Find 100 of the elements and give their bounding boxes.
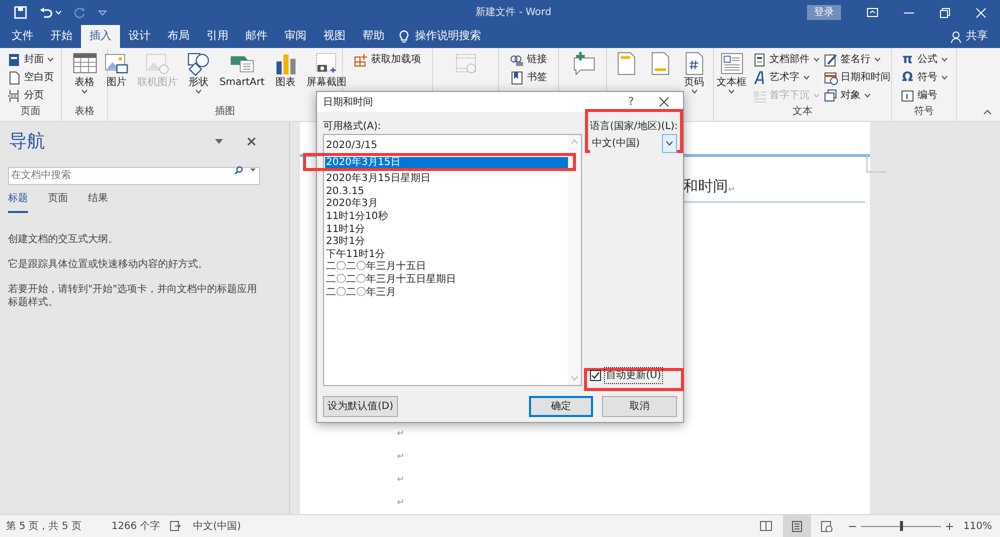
caret-icon[interactable] [802, 75, 810, 80]
list-item[interactable]: 二〇二〇年三月十五日 [325, 261, 568, 274]
pane-tab[interactable]: 结果 [88, 191, 108, 213]
save-icon[interactable] [14, 6, 27, 19]
ribbon-button[interactable]: 封面 [7, 51, 54, 68]
page-count[interactable]: 第 5 页，共 5 页 [6, 518, 82, 534]
list-item[interactable]: 20.3.15 [325, 186, 568, 198]
dialog-button[interactable]: 确定 [529, 396, 593, 416]
close-icon[interactable] [659, 97, 669, 107]
ribbon-button[interactable]: 分页 [7, 87, 54, 104]
ribbon-button[interactable]: 书签 [510, 69, 547, 86]
ribbon-button[interactable]: 文档部件 [752, 51, 820, 68]
list-item[interactable]: 下午11时1分 [325, 248, 568, 262]
list-item[interactable]: 23时1分 [325, 236, 568, 249]
caret-icon[interactable] [728, 89, 735, 94]
ribbon-button[interactable]: π 公式 [900, 51, 948, 68]
ribbon-button[interactable]: 表格 [70, 51, 100, 94]
caret-icon[interactable] [81, 89, 88, 94]
blank-page-icon [7, 70, 21, 84]
ribbon-tab[interactable]: 开始 [42, 25, 81, 48]
group-label: 表格 [74, 104, 96, 119]
zoom-in-icon[interactable] [946, 522, 954, 530]
caret-icon [666, 141, 673, 146]
caret-icon[interactable] [940, 57, 948, 62]
zoom-level[interactable]: 110% [963, 518, 992, 534]
list-item[interactable]: 11时1分10秒 [325, 210, 568, 224]
collapse-ribbon-icon[interactable] [983, 109, 992, 115]
zoom-slider[interactable] [861, 521, 942, 531]
ribbon-tab[interactable]: 邮件 [237, 25, 276, 48]
ribbon-tab[interactable]: 布局 [159, 25, 198, 48]
ribbon-button[interactable]: 文本框 [714, 51, 748, 94]
caret-icon[interactable] [864, 93, 870, 98]
list-item[interactable]: 2020年3月 [325, 198, 568, 211]
ribbon-button[interactable]: 对象 [824, 87, 890, 104]
list-item[interactable]: 2020/3/15 [325, 140, 568, 153]
undo-icon[interactable] [39, 6, 53, 18]
help-button[interactable]: ? [623, 94, 639, 110]
share-button[interactable]: 共享 [966, 28, 988, 45]
ribbon-tab[interactable]: 文件 [3, 25, 42, 48]
search-field[interactable]: 在文档中搜索 [8, 166, 260, 184]
checkbox[interactable] [590, 370, 601, 381]
slider-thumb[interactable] [900, 521, 903, 531]
caret-icon[interactable] [812, 57, 820, 62]
proofing-icon[interactable] [170, 521, 182, 531]
ribbon-button[interactable]: 图表 [270, 51, 301, 89]
ribbon-tab[interactable]: 审阅 [276, 25, 315, 48]
restore-icon[interactable] [940, 8, 950, 18]
ribbon-display-icon[interactable] [867, 8, 878, 17]
list-item[interactable]: 2020年3月15日 [325, 156, 568, 170]
group-label: 页面 [20, 105, 42, 119]
ribbon-button[interactable]: Ω 符号 [900, 69, 948, 86]
ribbon-button[interactable]: 链接 [510, 51, 547, 68]
ribbon-button[interactable]: 形状 [183, 51, 214, 94]
word-count[interactable]: 1266 个字 [111, 518, 160, 534]
language-status[interactable]: 中文(中国) [193, 518, 241, 534]
ribbon-button[interactable]: 空白页 [7, 69, 54, 86]
caret-icon[interactable] [874, 57, 880, 62]
pane-tab[interactable]: 标题 [8, 191, 28, 213]
ribbon-button[interactable]: 获取加载项 [354, 51, 421, 68]
list-item[interactable]: 2020年3月15日星期日 [325, 173, 568, 186]
ribbon-button[interactable]: 艺术字 [752, 69, 820, 86]
ribbon-tab[interactable]: 插入 [81, 25, 120, 48]
print-layout-button[interactable] [783, 514, 812, 537]
list-item[interactable]: 二〇二〇年三月十五日星期日 [325, 274, 568, 287]
text-box-icon [718, 51, 744, 77]
pane-options-icon[interactable] [215, 139, 223, 144]
window-title: 新建文件 - Word [474, 6, 552, 20]
checkbox-label[interactable]: 自动更新(U) [604, 367, 664, 384]
ribbon-tab[interactable]: 设计 [120, 25, 159, 48]
ribbon-tab[interactable]: 引用 [198, 25, 237, 48]
format-list[interactable]: 2020/3/15 2020年3月15日 2020年3月15日星期日 20.3.15 2020年3月 11时1分10秒 11时1分 23时1分 下午11时1分 二〇二〇年三月十五日 二〇二〇年三月十五日星期日 二〇二〇年三月 [323, 134, 582, 386]
numbering-icon [900, 88, 914, 102]
ribbon-button[interactable]: 图片 [101, 51, 132, 89]
language-dropdown[interactable]: 中文(中国) [590, 134, 677, 153]
ribbon-button[interactable]: SmartArt [217, 51, 267, 89]
caret-icon[interactable] [194, 89, 202, 94]
dialog-button[interactable]: 取消 [602, 396, 677, 416]
dialog-button[interactable]: 设为默认值(D) [323, 396, 398, 416]
search-icon[interactable] [234, 166, 243, 174]
ribbon-button[interactable]: 屏幕截图 [304, 51, 349, 89]
ribbon-tab[interactable]: 视图 [315, 25, 354, 48]
customize-caret-icon[interactable] [98, 10, 107, 16]
caret-icon[interactable] [940, 75, 948, 80]
caret-icon[interactable] [250, 168, 256, 172]
ribbon-button[interactable]: 编号 [900, 87, 948, 104]
list-item[interactable]: 11时1分 [325, 224, 568, 236]
close-icon[interactable] [247, 137, 256, 146]
read-mode-icon[interactable] [760, 521, 772, 531]
tell-me-search[interactable]: 操作说明搜索 [415, 28, 481, 45]
pane-tab[interactable]: 页面 [48, 191, 68, 213]
person-icon[interactable] [951, 30, 962, 42]
ribbon-button[interactable]: 日期和时间 [824, 69, 890, 86]
ribbon-tab[interactable]: 帮助 [354, 25, 393, 48]
list-item[interactable]: 二〇二〇年三月 [325, 286, 568, 300]
ribbon-button[interactable]: 页码 [679, 51, 709, 94]
web-layout-icon[interactable] [821, 520, 834, 532]
caret-icon[interactable] [690, 89, 698, 94]
pane-text: 创建文档的交互式大纲。 [8, 233, 119, 246]
ribbon-button[interactable]: 签名行 [824, 51, 890, 68]
caret-icon[interactable] [47, 57, 54, 62]
